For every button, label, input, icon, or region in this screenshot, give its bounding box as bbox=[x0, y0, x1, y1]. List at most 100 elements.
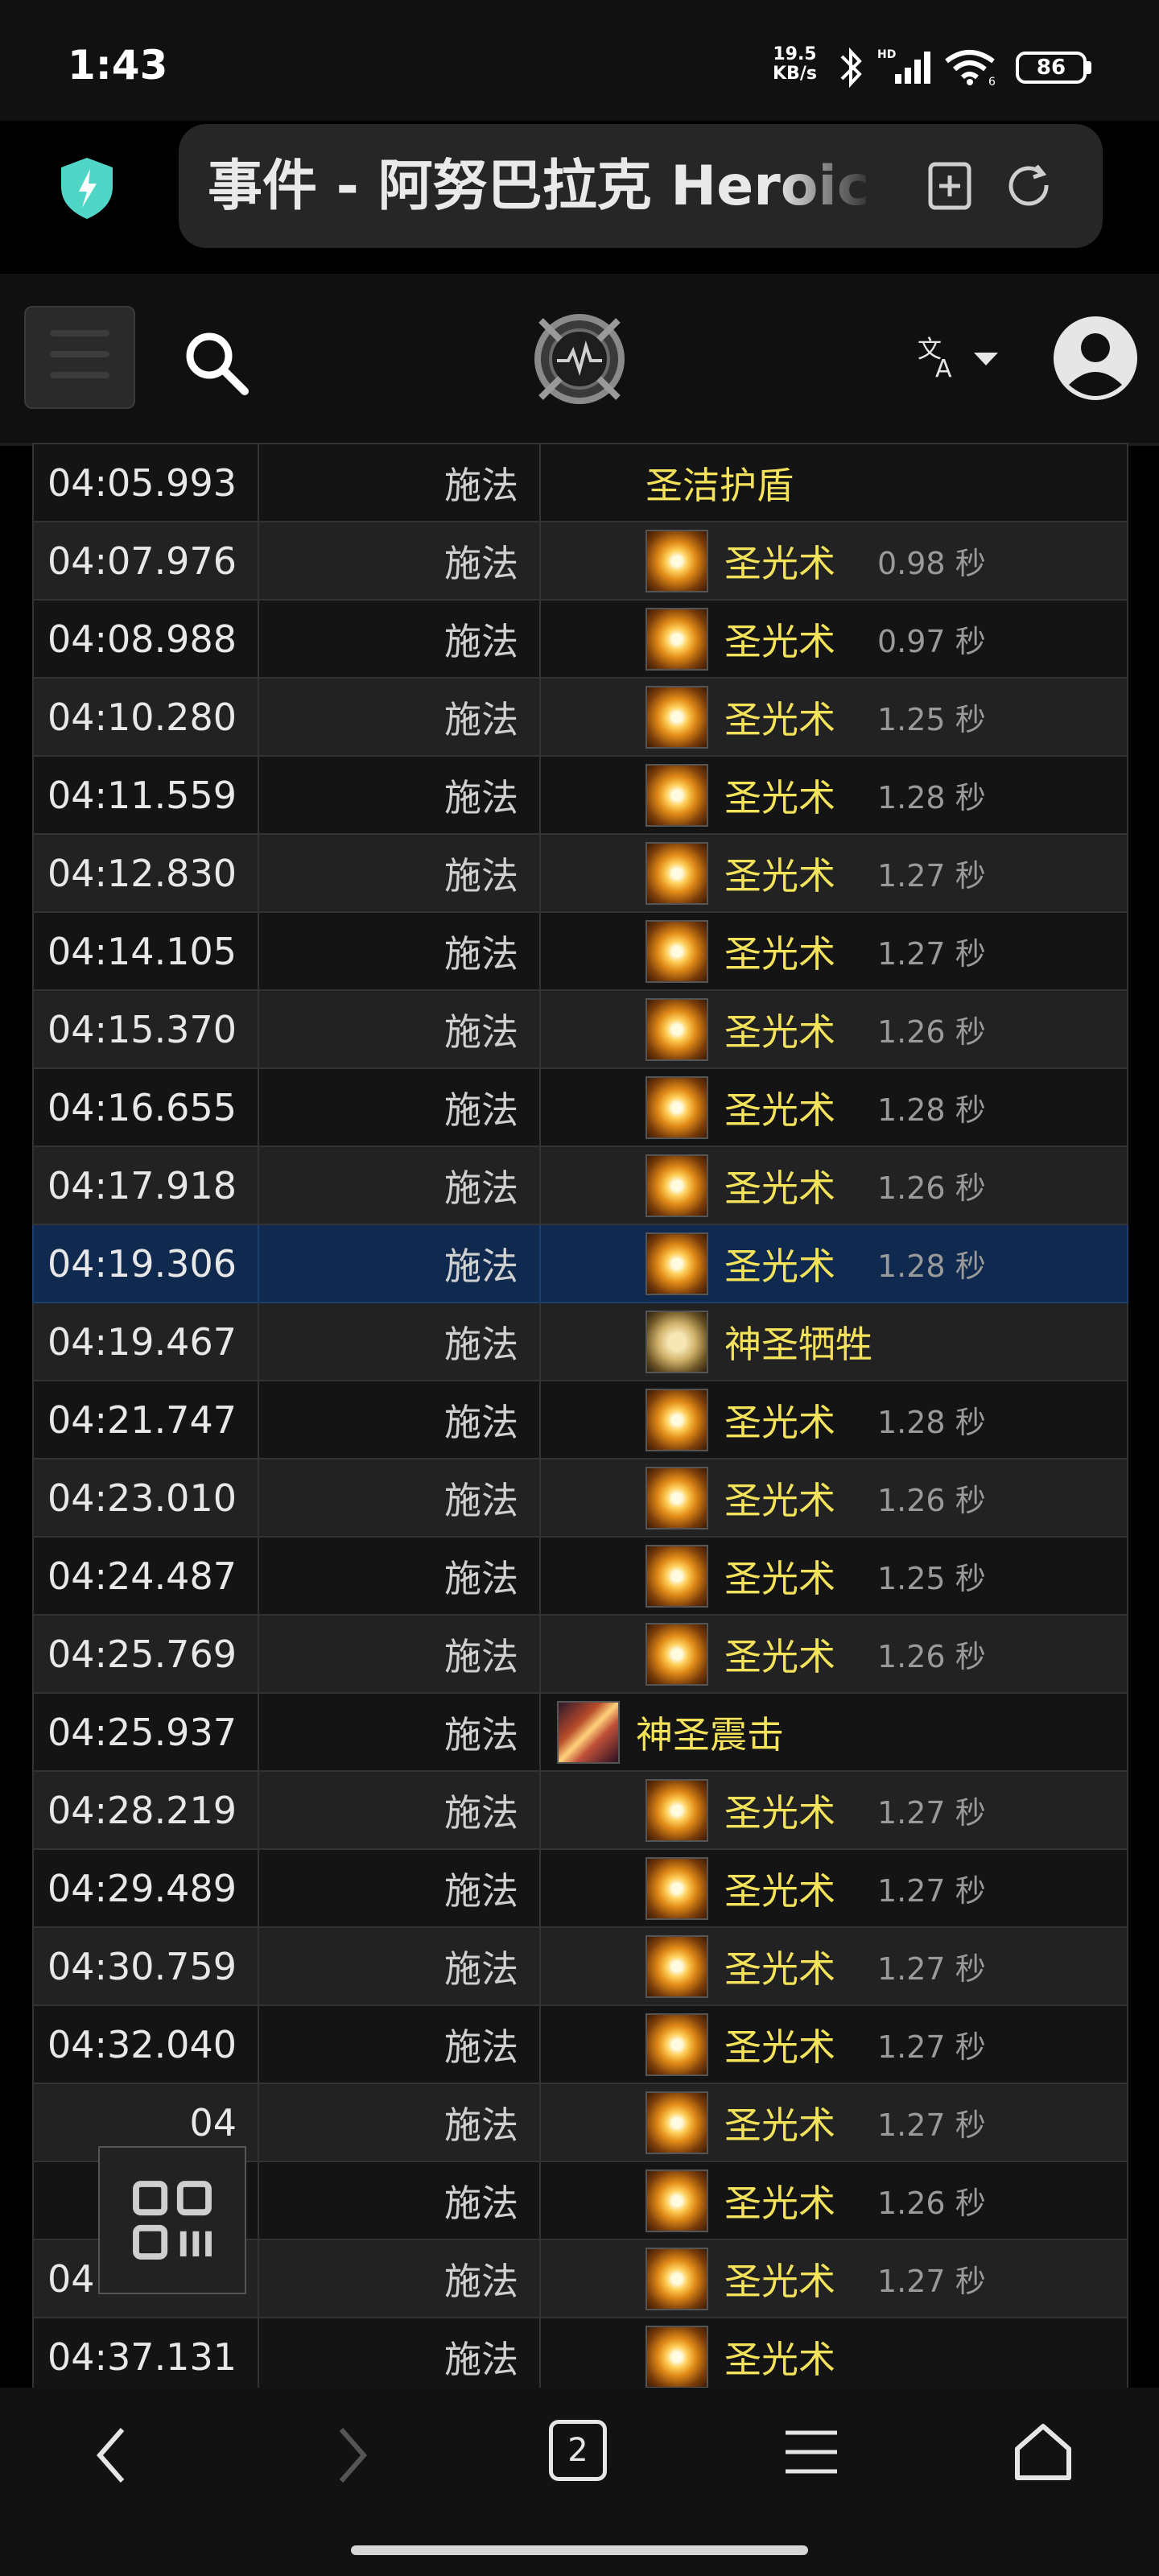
shield-icon[interactable] bbox=[58, 156, 116, 221]
event-row[interactable]: 04:25.769 施法 圣光术 1.26 秒 bbox=[32, 1614, 1128, 1694]
event-row[interactable]: 04:08.988 施法 圣光术 0.97 秒 bbox=[32, 599, 1128, 679]
ability-name[interactable]: 圣光术 bbox=[724, 1628, 835, 1681]
event-row[interactable]: 04:07.976 施法 圣光术 0.98 秒 bbox=[32, 521, 1128, 601]
ability[interactable]: 神圣牺牲 bbox=[542, 1304, 1126, 1379]
ability-name[interactable]: 圣光术 bbox=[724, 691, 835, 744]
ability-icon[interactable] bbox=[645, 2325, 708, 2388]
ability[interactable]: 圣光术 1.27 秒 bbox=[542, 836, 1126, 910]
event-row[interactable]: 04:30.759 施法 圣光术 1.27 秒 bbox=[32, 1926, 1128, 2006]
ability-name[interactable]: 圣光术 bbox=[724, 1003, 835, 1056]
home-icon[interactable] bbox=[1011, 2420, 1075, 2484]
ability-icon[interactable] bbox=[645, 997, 708, 1061]
ability-icon[interactable] bbox=[645, 2013, 708, 2076]
event-row[interactable]: 04:32.040 施法 圣光术 1.27 秒 bbox=[32, 2004, 1128, 2084]
ability[interactable]: 圣光术 1.27 秒 bbox=[542, 2241, 1126, 2316]
ability-name[interactable]: 圣光术 bbox=[724, 2252, 835, 2306]
ability-icon[interactable] bbox=[645, 1388, 708, 1451]
event-row[interactable]: 04:21.747 施法 圣光术 1.28 秒 bbox=[32, 1380, 1128, 1459]
ability-icon[interactable] bbox=[645, 1466, 708, 1530]
ability-icon[interactable] bbox=[645, 529, 708, 592]
ability[interactable]: 圣光术 0.97 秒 bbox=[542, 601, 1126, 676]
ability-name[interactable]: 圣光术 bbox=[724, 1159, 835, 1212]
ability-name[interactable]: 圣光术 bbox=[724, 1784, 835, 1837]
ability[interactable]: 圣光术 1.26 秒 bbox=[542, 1148, 1126, 1223]
event-row[interactable]: 04:29.489 施法 圣光术 1.27 秒 bbox=[32, 1848, 1128, 1928]
home-indicator[interactable] bbox=[351, 2545, 808, 2555]
event-row[interactable]: 04:24.487 施法 圣光术 1.25 秒 bbox=[32, 1536, 1128, 1616]
ability[interactable]: 圣光术 1.27 秒 bbox=[542, 1773, 1126, 1847]
ability-icon[interactable] bbox=[557, 1700, 620, 1764]
ability[interactable]: 圣光术 bbox=[542, 2319, 1126, 2388]
tabs-button[interactable]: 2 bbox=[549, 2420, 607, 2481]
event-row[interactable]: 04:19.306 施法 圣光术 1.28 秒 bbox=[32, 1224, 1128, 1303]
ability-name[interactable]: 圣光术 bbox=[724, 1550, 835, 1603]
event-row[interactable]: 04:11.559 施法 圣光术 1.28 秒 bbox=[32, 755, 1128, 835]
event-row[interactable]: 04:15.370 施法 圣光术 1.26 秒 bbox=[32, 989, 1128, 1069]
ability-name[interactable]: 圣光术 bbox=[724, 2174, 835, 2227]
ability[interactable]: 圣光术 1.27 秒 bbox=[542, 1929, 1126, 2004]
ability-name[interactable]: 圣光术 bbox=[724, 925, 835, 978]
ability-name[interactable]: 圣光术 bbox=[724, 1237, 835, 1290]
ability-icon[interactable] bbox=[645, 607, 708, 671]
ability[interactable]: 圣光术 1.27 秒 bbox=[542, 914, 1126, 989]
ability[interactable]: 圣光术 1.25 秒 bbox=[542, 1538, 1126, 1613]
event-row[interactable]: 04:25.937 施法 神圣震击 bbox=[32, 1692, 1128, 1772]
ability[interactable]: 圣光术 1.27 秒 bbox=[542, 1851, 1126, 1926]
event-row[interactable]: 04:10.280 施法 圣光术 1.25 秒 bbox=[32, 677, 1128, 757]
ability[interactable]: 圣光术 1.26 秒 bbox=[542, 1616, 1126, 1691]
ability-icon[interactable] bbox=[645, 1622, 708, 1686]
user-icon[interactable] bbox=[1051, 314, 1140, 402]
ability-name[interactable]: 神圣牺牲 bbox=[724, 1315, 872, 1368]
site-logo[interactable] bbox=[530, 309, 629, 409]
ability-icon[interactable] bbox=[645, 1856, 708, 1920]
event-row[interactable]: 04:05.993 施法 圣洁护盾 bbox=[32, 443, 1128, 522]
ability-name[interactable]: 圣光术 bbox=[724, 2018, 835, 2071]
ability-name[interactable]: 圣光术 bbox=[724, 613, 835, 666]
ability-icon[interactable] bbox=[645, 685, 708, 749]
search-icon[interactable] bbox=[180, 327, 251, 398]
ability-name[interactable]: 圣光术 bbox=[724, 1472, 835, 1525]
qr-code-button[interactable] bbox=[98, 2146, 246, 2294]
reload-icon[interactable] bbox=[1004, 161, 1054, 211]
ability-icon[interactable] bbox=[645, 2169, 708, 2232]
event-row[interactable]: 04:16.655 施法 圣光术 1.28 秒 bbox=[32, 1067, 1128, 1147]
event-row[interactable]: 04:19.467 施法 神圣牺牲 bbox=[32, 1302, 1128, 1381]
ability-name[interactable]: 圣光术 bbox=[724, 2096, 835, 2149]
ability[interactable]: 圣光术 1.25 秒 bbox=[542, 679, 1126, 754]
ability-name[interactable]: 圣光术 bbox=[724, 2330, 835, 2384]
ability[interactable]: 圣光术 1.27 秒 bbox=[542, 2085, 1126, 2160]
ability-name[interactable]: 圣光术 bbox=[724, 1393, 835, 1447]
ability[interactable]: 圣洁护盾 bbox=[542, 445, 1126, 520]
ability-icon[interactable] bbox=[645, 1544, 708, 1608]
ability-name[interactable]: 圣光术 bbox=[724, 847, 835, 900]
address-bar[interactable]: 事件 - 阿努巴拉克 Heroic bbox=[179, 124, 1103, 248]
ability-icon[interactable] bbox=[645, 763, 708, 827]
ability[interactable]: 圣光术 0.98 秒 bbox=[542, 523, 1126, 598]
ability[interactable]: 圣光术 1.28 秒 bbox=[542, 758, 1126, 832]
ability-name[interactable]: 圣光术 bbox=[724, 769, 835, 822]
event-row[interactable]: 04:37.131 施法 圣光术 bbox=[32, 2317, 1128, 2388]
ability-name[interactable]: 神圣震击 bbox=[636, 1706, 784, 1759]
event-row[interactable]: 04:17.918 施法 圣光术 1.26 秒 bbox=[32, 1146, 1128, 1225]
ability-icon[interactable] bbox=[645, 919, 708, 983]
forward-icon[interactable] bbox=[319, 2423, 383, 2487]
menu-icon[interactable] bbox=[784, 2428, 839, 2476]
ability[interactable]: 圣光术 1.28 秒 bbox=[542, 1070, 1126, 1145]
ability-icon[interactable] bbox=[645, 1232, 708, 1295]
back-icon[interactable] bbox=[80, 2423, 145, 2487]
ability[interactable]: 圣光术 1.26 秒 bbox=[542, 1460, 1126, 1535]
event-row[interactable]: 04:14.105 施法 圣光术 1.27 秒 bbox=[32, 911, 1128, 991]
ability-icon[interactable] bbox=[645, 1778, 708, 1842]
ability-name[interactable]: 圣光术 bbox=[724, 1081, 835, 1134]
event-row[interactable]: 04:23.010 施法 圣光术 1.26 秒 bbox=[32, 1458, 1128, 1538]
ability-name[interactable]: 圣光术 bbox=[724, 1862, 835, 1915]
ability-icon[interactable] bbox=[645, 1934, 708, 1998]
ability-icon[interactable] bbox=[645, 1075, 708, 1139]
ability-name[interactable]: 圣光术 bbox=[724, 535, 835, 588]
event-row[interactable]: 04:28.219 施法 圣光术 1.27 秒 bbox=[32, 1770, 1128, 1850]
menu-button[interactable] bbox=[24, 306, 135, 409]
ability[interactable]: 圣光术 1.26 秒 bbox=[542, 992, 1126, 1067]
ability-name[interactable]: 圣光术 bbox=[724, 1940, 835, 1993]
translate-icon[interactable]: 文 A bbox=[918, 332, 1006, 388]
ability[interactable]: 圣光术 1.27 秒 bbox=[542, 2007, 1126, 2082]
